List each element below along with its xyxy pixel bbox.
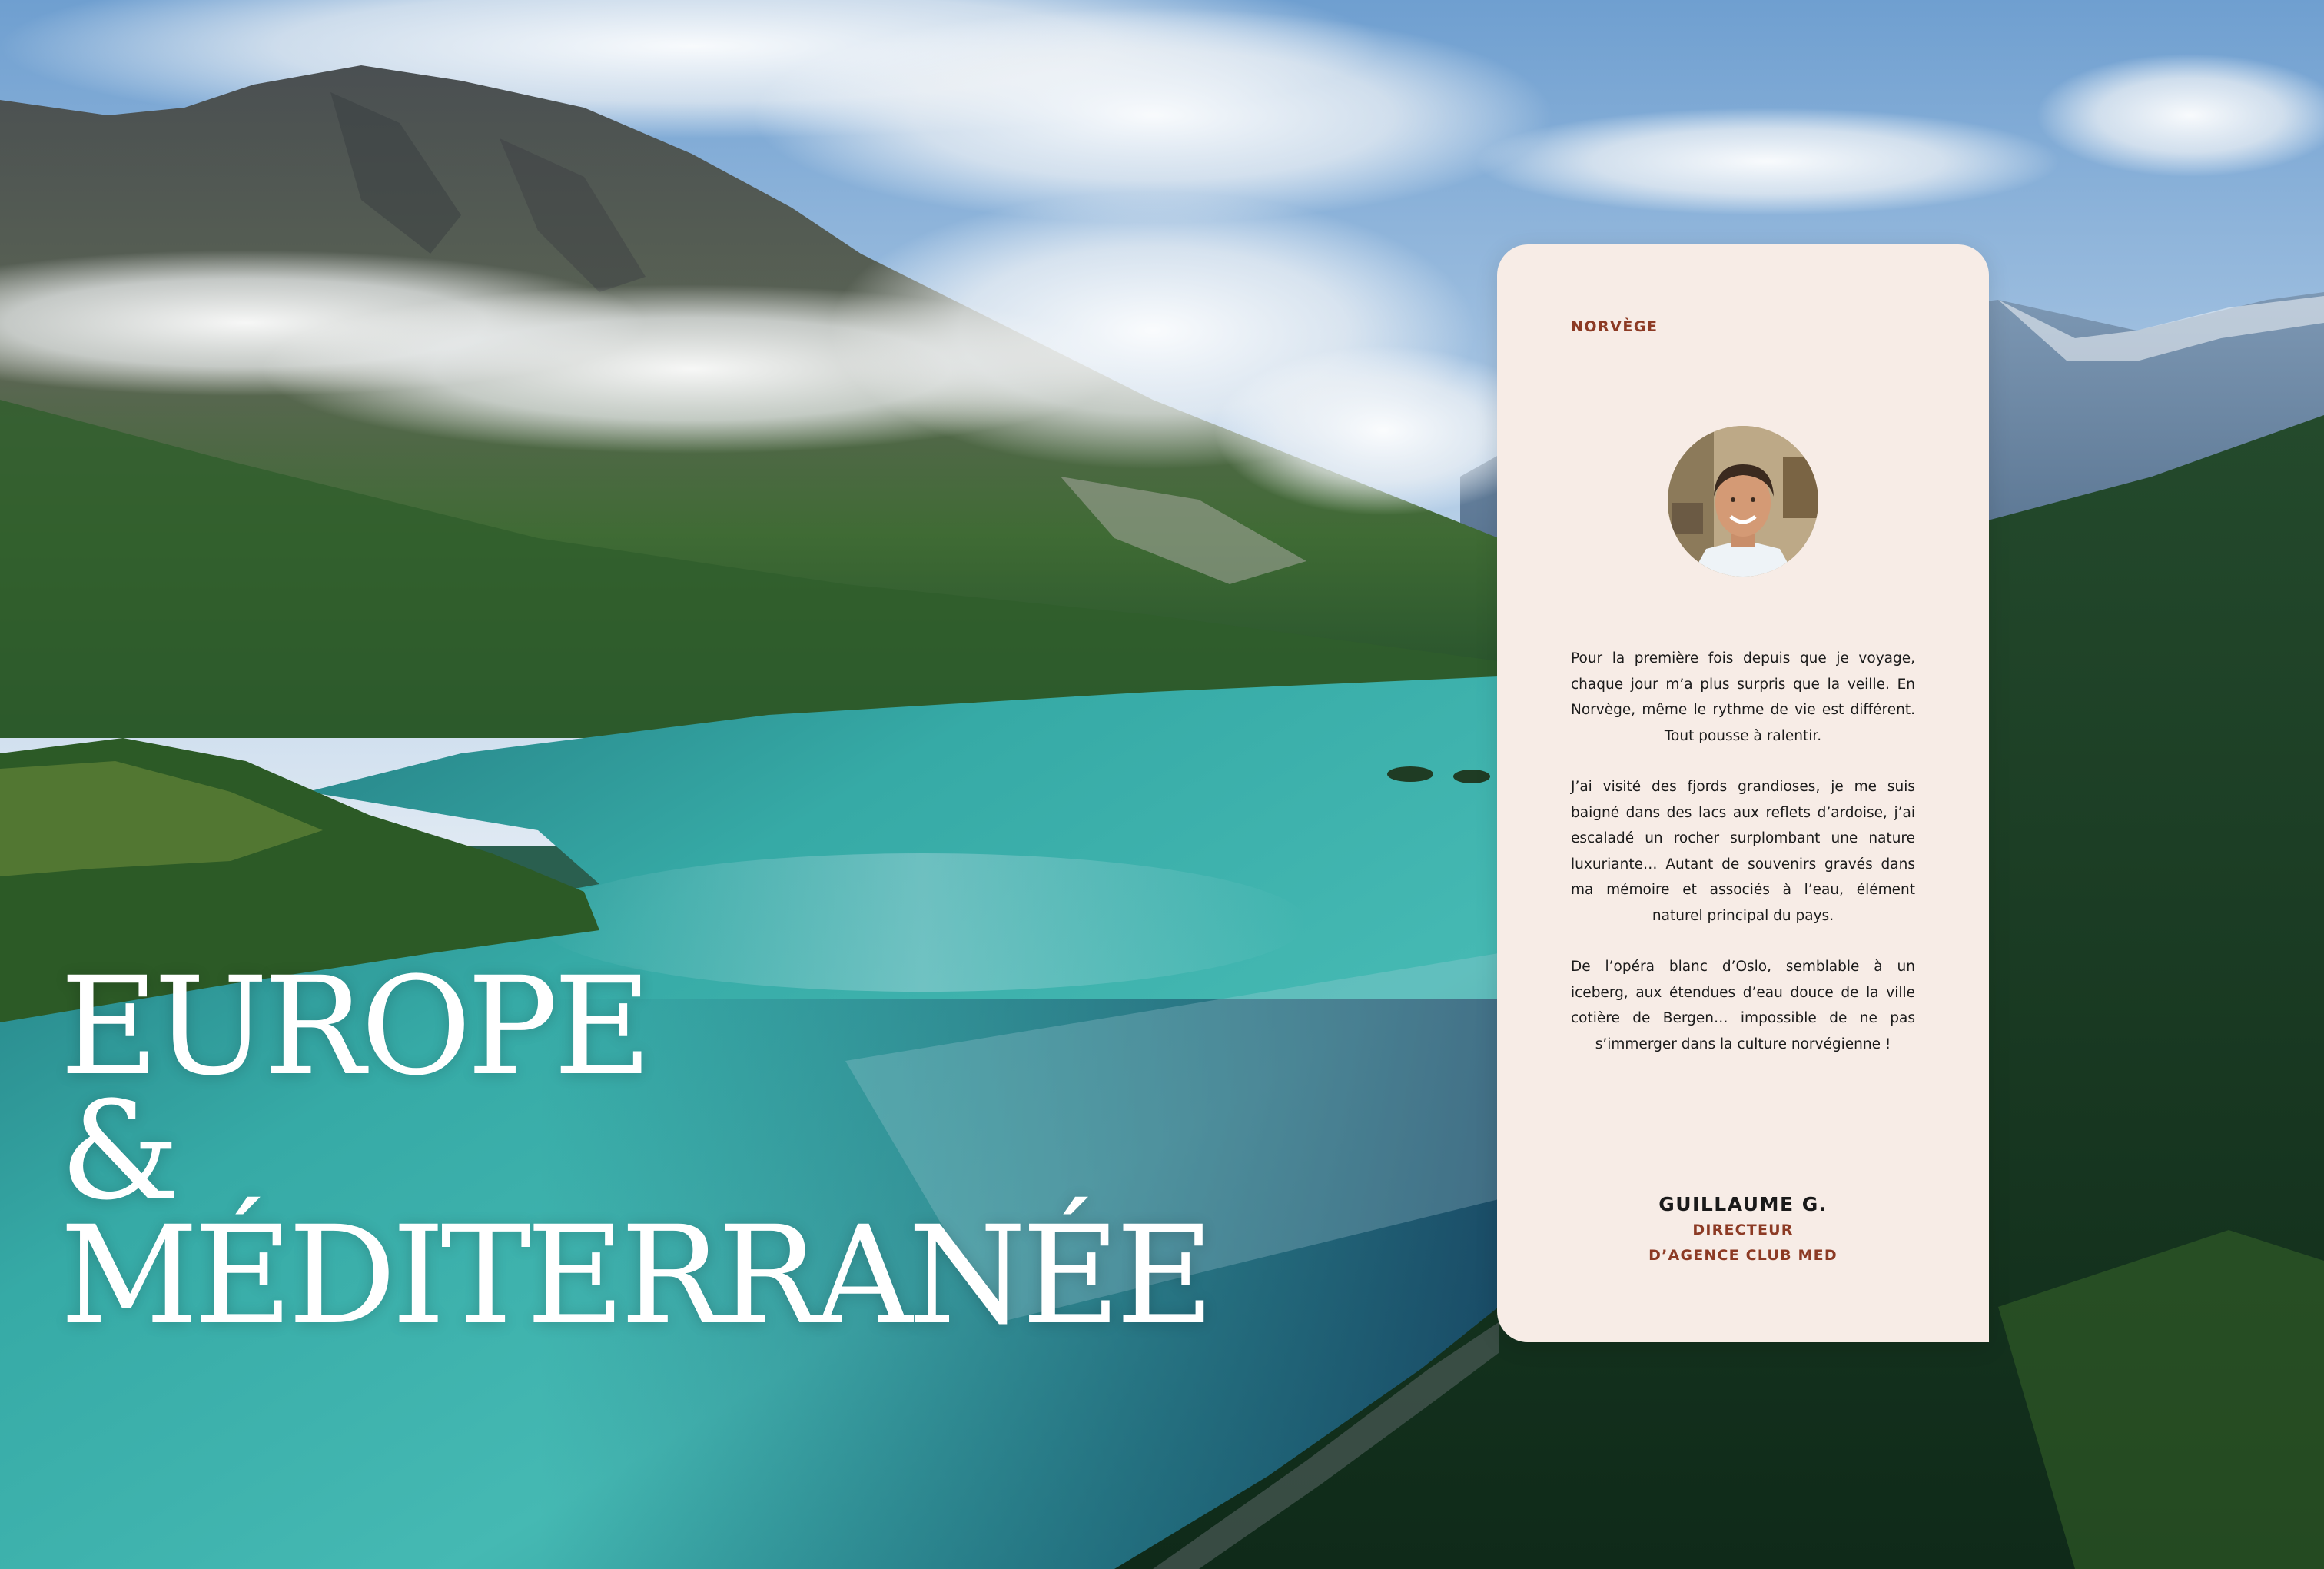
title-line-europe: EUROPE: [60, 948, 652, 1105]
card-country-label: NORVÈGE: [1571, 318, 1658, 335]
testimonial-paragraph-3: De l’opéra blanc d’Oslo, semblable à un …: [1571, 959, 1915, 1052]
destination-title: EUROPE & MÉDITERRANÉE: [60, 948, 1214, 1355]
title-line-mediterranee: MÉDITERRANÉE: [60, 1197, 1214, 1355]
author-signature: GUILLAUME G. DIRECTEUR D’AGENCE CLUB MED: [1497, 1192, 1989, 1268]
testimonial-paragraph-2: J’ai visité des fjords grandioses, je me…: [1571, 779, 1915, 924]
testimonial-card: NORVÈGE Pour la première fois depuis que…: [1497, 244, 1989, 1342]
author-portrait-photo: [1668, 426, 1818, 577]
testimonial-paragraph-1: Pour la première fois depuis que je voya…: [1571, 650, 1915, 744]
author-role-line-1: DIRECTEUR: [1692, 1222, 1794, 1238]
title-line-ampersand: &: [60, 1072, 181, 1230]
avatar: [1668, 426, 1818, 577]
brochure-spread: EUROPE & MÉDITERRANÉE NORVÈGE Pour la pr…: [0, 0, 2324, 1569]
testimonial-text: Pour la première fois depuis que je voya…: [1571, 646, 1915, 1082]
author-role-line-2: D’AGENCE CLUB MED: [1648, 1247, 1838, 1264]
author-name: GUILLAUME G.: [1658, 1193, 1828, 1215]
